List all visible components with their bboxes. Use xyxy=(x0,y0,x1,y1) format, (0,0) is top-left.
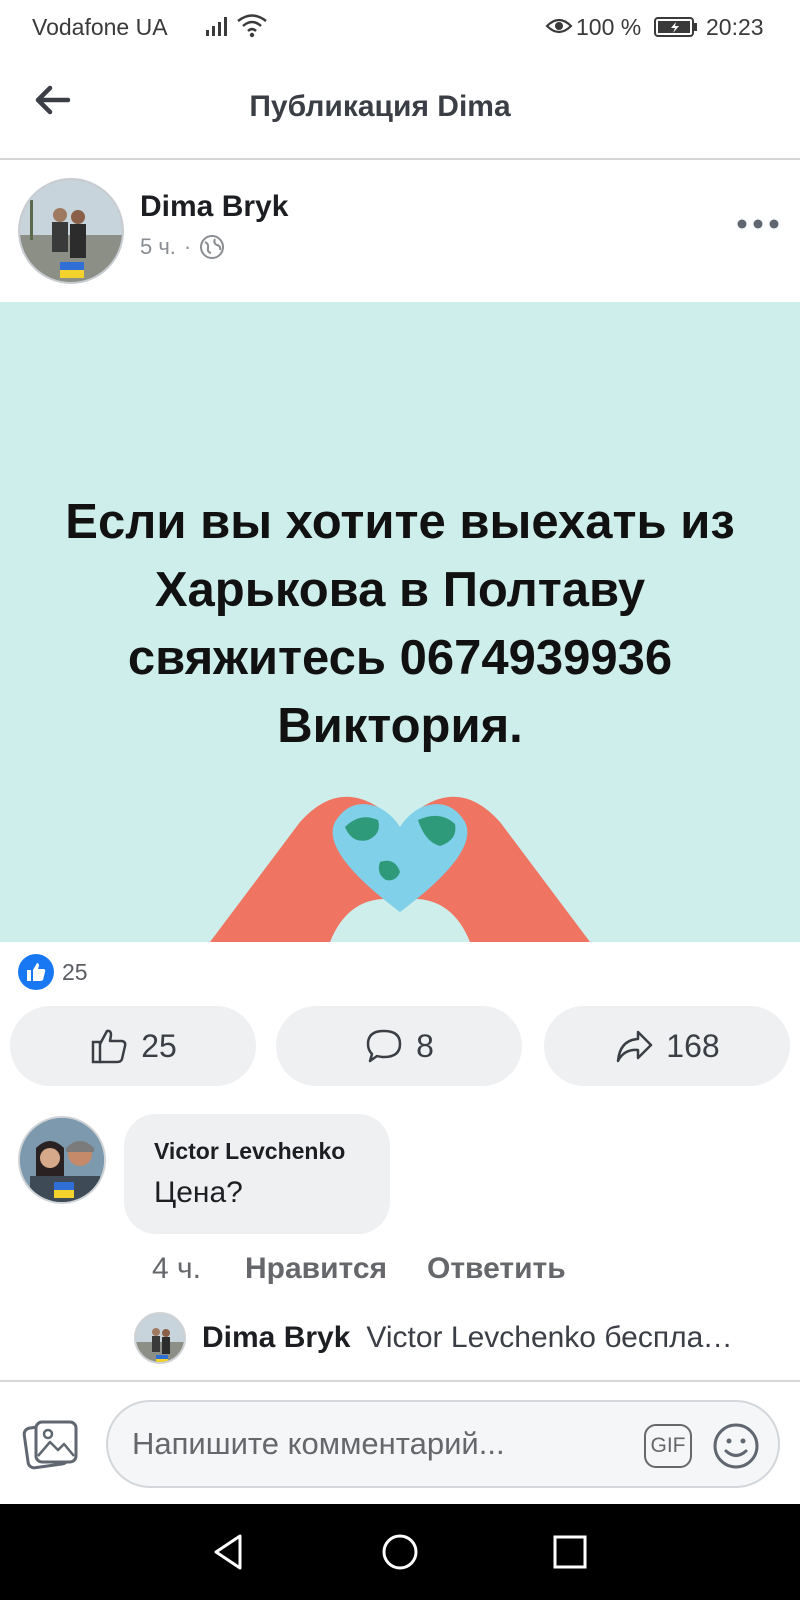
like-count: 25 xyxy=(141,1027,177,1064)
signal-icon xyxy=(206,17,227,36)
like-button[interactable]: 25 xyxy=(10,1006,256,1086)
avatar-photo-icon xyxy=(20,180,122,282)
share-button[interactable]: 168 xyxy=(544,1006,790,1086)
like-reaction-icon xyxy=(18,954,54,990)
comment-bubble[interactable]: Victor Levchenko Цена? xyxy=(124,1114,390,1234)
reply-author-name: Dima Bryk xyxy=(202,1321,351,1354)
comment-reply-link[interactable]: Ответить xyxy=(427,1252,566,1286)
comment-input[interactable] xyxy=(132,1420,612,1468)
wifi-icon xyxy=(237,14,267,38)
nav-recents-icon[interactable] xyxy=(550,1532,590,1572)
clock: 20:23 xyxy=(706,14,764,40)
battery-percent: 100 % xyxy=(576,14,642,40)
commenter-name[interactable]: Victor Levchenko xyxy=(154,1138,345,1165)
share-count: 168 xyxy=(666,1027,720,1064)
post-image-text: Если вы хотите выехать из Харькова в Пол… xyxy=(65,495,735,753)
nav-home-icon[interactable] xyxy=(380,1532,420,1572)
carrier-name: Vodafone UA xyxy=(32,14,168,40)
comment-bubble-icon xyxy=(366,1029,402,1063)
status-bar: Vodafone UA 100 % 20:23 xyxy=(0,0,800,56)
post-time[interactable]: 5 ч. xyxy=(140,234,176,260)
author-avatar[interactable] xyxy=(18,178,124,284)
avatar-photo-icon xyxy=(20,1118,104,1202)
post-header: Dima Bryk 5 ч. · xyxy=(0,162,800,302)
author-name[interactable]: Dima Bryk xyxy=(140,190,288,224)
reply-author-avatar xyxy=(134,1312,186,1364)
nav-back-icon[interactable] xyxy=(208,1532,248,1572)
comment-text: Цена? xyxy=(154,1176,243,1209)
comment-count: 8 xyxy=(416,1027,434,1064)
photo-gallery-icon[interactable] xyxy=(22,1416,80,1474)
gif-button[interactable]: GIF xyxy=(644,1424,692,1468)
reaction-count: 25 xyxy=(62,958,88,985)
comment-meta: 4 ч. Нравится Ответить xyxy=(152,1252,606,1286)
post-actions: 25 8 168 xyxy=(10,1006,790,1086)
share-arrow-icon xyxy=(617,1030,653,1063)
post-image[interactable]: Если вы хотите выехать из Харькова в Пол… xyxy=(0,302,800,942)
commenter-avatar[interactable] xyxy=(18,1116,106,1204)
thumbs-up-icon xyxy=(91,1029,127,1064)
eye-comfort-icon xyxy=(545,18,573,34)
comment-composer: GIF xyxy=(0,1380,800,1504)
comment-time: 4 ч. xyxy=(152,1252,201,1285)
heart-hands-icon xyxy=(210,796,590,942)
globe-icon xyxy=(200,235,225,259)
meta-separator: · xyxy=(183,234,192,259)
comment-button[interactable]: 8 xyxy=(276,1006,522,1086)
reply-text: Victor Levchenko бесплатно xyxy=(366,1321,737,1354)
reply-preview[interactable]: Dima Bryk Victor Levchenko бесплатно xyxy=(134,1310,774,1366)
comment-like-link[interactable]: Нравится xyxy=(245,1252,387,1286)
avatar-photo-icon xyxy=(136,1314,184,1362)
comment-input-container: GIF xyxy=(106,1400,780,1488)
reaction-summary[interactable]: 25 xyxy=(18,954,88,990)
top-app-bar: Публикация Dima xyxy=(0,56,800,160)
system-nav-bar xyxy=(0,1504,800,1600)
page-title: Публикация Dima xyxy=(249,90,511,123)
post-meta: 5 ч. · xyxy=(140,234,225,260)
comment: Victor Levchenko Цена? xyxy=(0,1112,800,1242)
battery-icon xyxy=(654,17,697,37)
more-options-icon[interactable] xyxy=(736,214,780,234)
emoji-icon[interactable] xyxy=(712,1422,760,1470)
